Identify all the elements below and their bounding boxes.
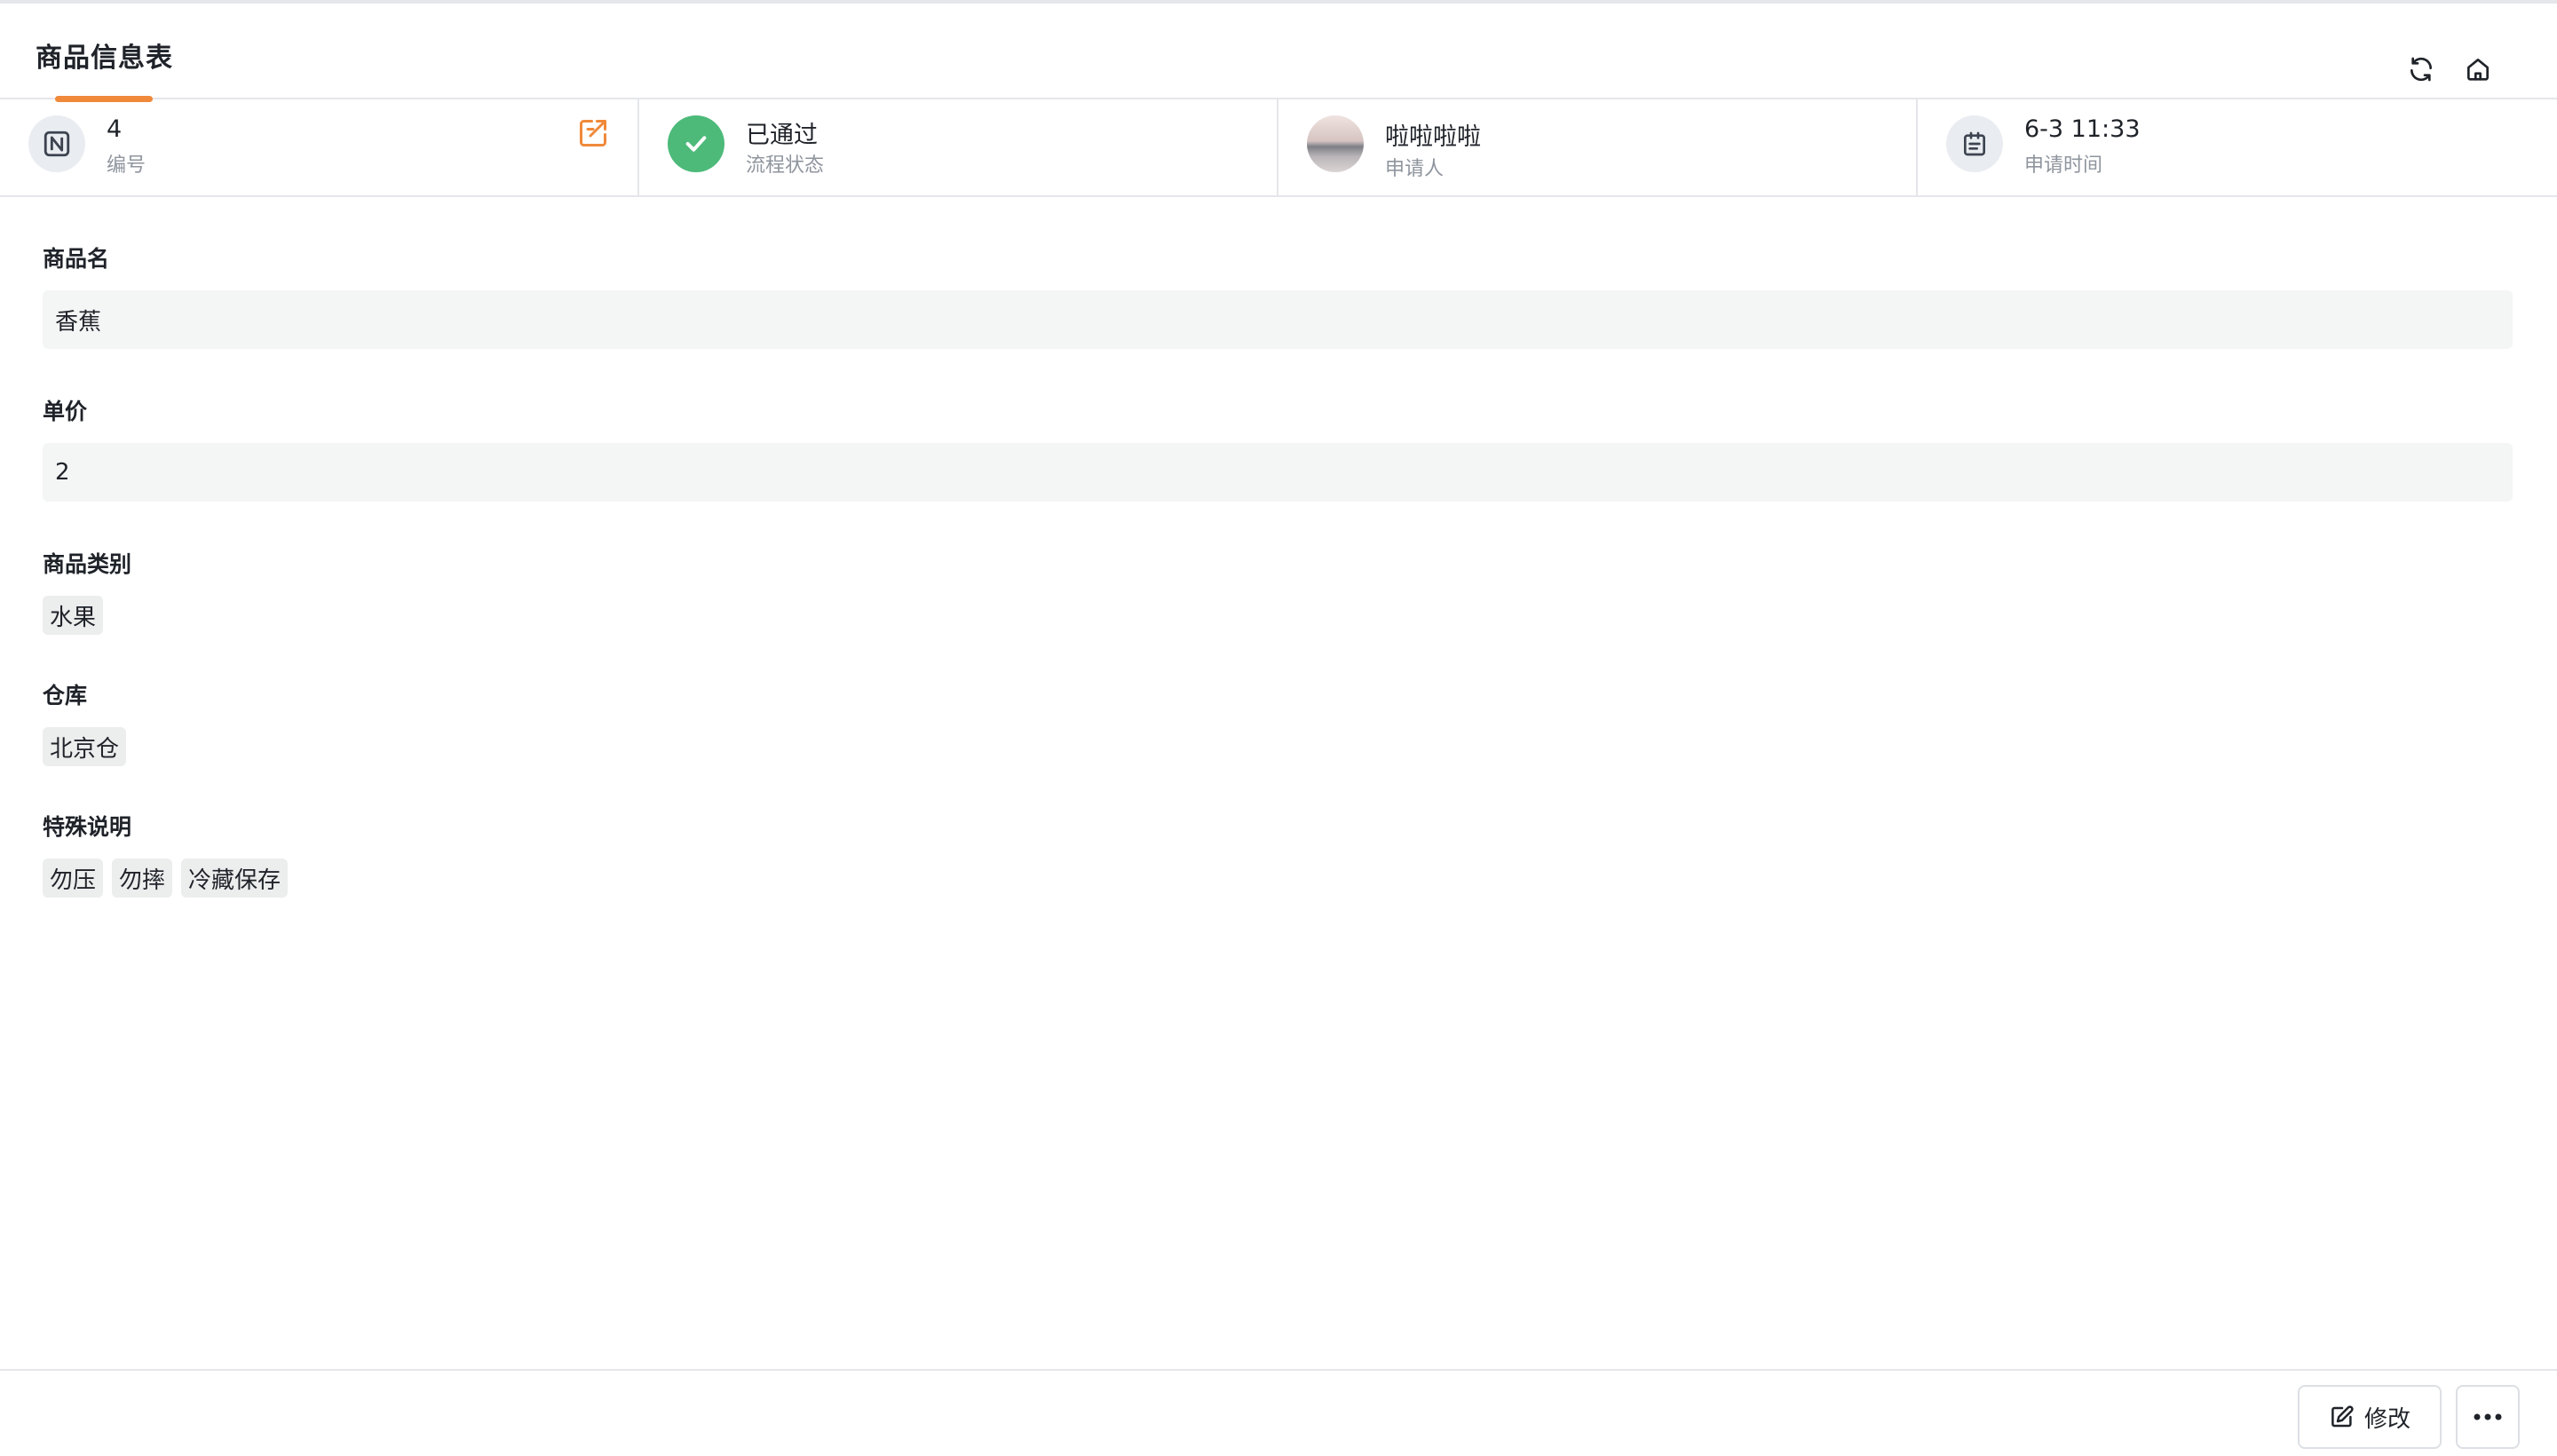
- info-cell-id: 4 编号: [0, 99, 639, 195]
- edit-button[interactable]: 修改: [2298, 1385, 2442, 1449]
- info-cell-applicant: 啦啦啦啦 申请人: [1278, 99, 1918, 195]
- product-name-field[interactable]: 香蕉: [43, 290, 2513, 349]
- external-link-icon: [580, 120, 606, 146]
- more-button[interactable]: [2456, 1385, 2520, 1449]
- header: 商品信息表: [0, 0, 2557, 102]
- tag: 勿摔: [112, 859, 173, 898]
- record-detail-page: 商品信息表 4 编号 已通过 流程状态 啦啦啦啦 申请人 6-3 11:33 申…: [0, 0, 2557, 1456]
- home-button[interactable]: [2458, 50, 2498, 89]
- warehouse-label: 仓库: [43, 683, 88, 708]
- tag: 北京仓: [43, 727, 127, 766]
- unit-price-label: 单价: [43, 399, 88, 424]
- special-notes-label: 特殊说明: [43, 814, 132, 840]
- page-title: 商品信息表: [36, 43, 173, 74]
- apply-time-label: 申请时间: [2024, 154, 2103, 177]
- applicant-label: 申请人: [1385, 158, 1445, 180]
- tag: 冷藏保存: [181, 859, 289, 898]
- external-link-button[interactable]: [575, 115, 611, 151]
- unit-price-value: 2: [55, 459, 70, 486]
- tag: 勿压: [43, 859, 104, 898]
- warehouse-tags: 北京仓: [43, 727, 127, 766]
- more-icon: [2474, 1413, 2502, 1420]
- record-id-label: 编号: [107, 154, 146, 177]
- edit-button-label: 修改: [2363, 1405, 2411, 1433]
- status-value: 已通过: [746, 122, 818, 149]
- applicant-value: 啦啦啦啦: [1385, 123, 1481, 151]
- n-square-icon: [28, 115, 85, 172]
- calendar-icon: [1946, 115, 2003, 172]
- info-bar: 4 编号 已通过 流程状态 啦啦啦啦 申请人 6-3 11:33 申请时间: [0, 99, 2557, 197]
- edit-icon: [2331, 1405, 2354, 1428]
- tag: 水果: [43, 596, 104, 635]
- footer-toolbar: 修改: [0, 1369, 2557, 1456]
- refresh-button[interactable]: [2402, 50, 2441, 89]
- info-cell-status: 已通过 流程状态: [639, 99, 1278, 195]
- unit-price-field[interactable]: 2: [43, 443, 2513, 502]
- apply-time-value: 6-3 11:33: [2024, 115, 2141, 143]
- check-icon: [668, 115, 724, 172]
- category-tags: 水果: [43, 596, 104, 635]
- refresh-icon: [2411, 57, 2432, 82]
- avatar: [1307, 115, 1364, 172]
- special-notes-tags: 勿压 勿摔 冷藏保存: [43, 859, 289, 898]
- record-id-value: 4: [107, 115, 123, 143]
- home-icon: [2467, 59, 2489, 81]
- status-label: 流程状态: [746, 154, 825, 177]
- product-name-value: 香蕉: [55, 308, 102, 336]
- info-cell-time: 6-3 11:33 申请时间: [1918, 99, 2557, 195]
- product-name-label: 商品名: [43, 246, 110, 272]
- category-label: 商品类别: [43, 551, 132, 577]
